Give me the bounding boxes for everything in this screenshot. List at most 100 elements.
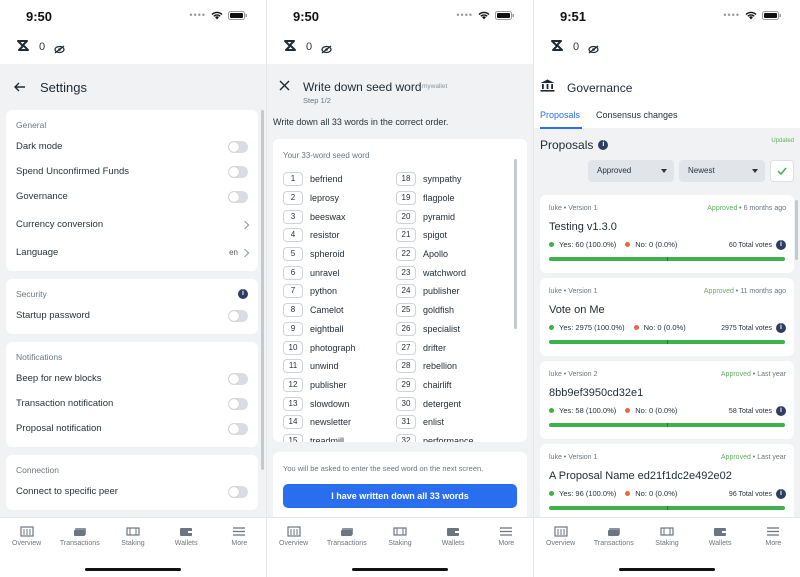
word-number: 19 bbox=[396, 191, 416, 206]
word-number: 28 bbox=[396, 359, 416, 374]
startup-password-toggle[interactable] bbox=[228, 309, 248, 322]
tab-wallets[interactable]: Wallets bbox=[695, 526, 745, 547]
word-number: 32 bbox=[396, 433, 416, 442]
governance-tabs: Proposals Consensus changes bbox=[534, 110, 800, 129]
tab-staking[interactable]: Staking bbox=[642, 526, 692, 547]
word-text: slowdown bbox=[310, 398, 350, 409]
info-icon[interactable]: i bbox=[776, 406, 786, 416]
scrollbar[interactable] bbox=[261, 110, 264, 470]
seed-word: 26 specialist bbox=[396, 320, 474, 339]
close-icon[interactable] bbox=[279, 80, 290, 91]
eye-off-icon[interactable] bbox=[321, 41, 332, 59]
setting-spend-unconfirmed[interactable]: Spend Unconfirmed Funds bbox=[16, 159, 248, 184]
tab-wallets[interactable]: Wallets bbox=[428, 526, 478, 547]
vote-summary: Yes: 2975 (100.0%) No: 0 (0.0%) bbox=[549, 323, 686, 332]
status-badge: Approved bbox=[703, 288, 734, 295]
dark-mode-toggle[interactable] bbox=[228, 140, 248, 153]
proposal-age: 6 months ago bbox=[743, 205, 786, 212]
wifi-icon bbox=[745, 11, 757, 20]
proposal-notification-toggle[interactable] bbox=[228, 422, 248, 435]
status-time: 9:50 bbox=[26, 9, 53, 24]
word-number: 13 bbox=[283, 396, 303, 411]
tab-overview[interactable]: Overview bbox=[269, 526, 319, 547]
seed-word: 4 resistor bbox=[283, 226, 356, 245]
confirm-written-button[interactable]: I have written down all 33 words bbox=[283, 484, 517, 508]
setting-startup-password[interactable]: Startup password bbox=[16, 303, 248, 328]
setting-label: Dark mode bbox=[16, 141, 63, 152]
home-indicator[interactable] bbox=[352, 568, 448, 571]
eye-off-icon[interactable] bbox=[54, 41, 65, 59]
signal-icon: •••• bbox=[456, 10, 473, 20]
sort-dropdown[interactable]: Newest bbox=[679, 160, 765, 182]
spend-unconfirmed-toggle[interactable] bbox=[228, 165, 248, 178]
signal-icon: •••• bbox=[723, 10, 740, 20]
word-text: publisher bbox=[423, 286, 460, 297]
apply-filter-button[interactable] bbox=[770, 160, 794, 182]
setting-language[interactable]: Language en bbox=[16, 240, 250, 265]
info-icon[interactable]: i bbox=[776, 323, 786, 333]
proposal-name: 8bb9ef3950cd32e1 bbox=[549, 387, 644, 399]
setting-governance[interactable]: Governance bbox=[16, 184, 248, 209]
word-text: sympathy bbox=[423, 174, 462, 185]
yes-dot-icon bbox=[549, 408, 554, 413]
total-votes: 2975 Total votes i bbox=[721, 323, 786, 333]
word-text: unwind bbox=[310, 361, 339, 372]
proposal-card[interactable]: luke • Version 2 Approved • Last year 8b… bbox=[540, 361, 794, 439]
proposal-card[interactable]: luke • Version 1 Approved • 11 months ag… bbox=[540, 278, 794, 356]
back-arrow-icon[interactable] bbox=[12, 79, 28, 95]
overview-icon bbox=[553, 526, 568, 537]
beep-toggle[interactable] bbox=[228, 372, 248, 385]
tab-label: Staking bbox=[121, 540, 145, 547]
word-column-left: 1 befriend 2 leprosy 3 beeswax 4 resistor 5s… bbox=[283, 170, 356, 442]
info-icon[interactable]: i bbox=[238, 289, 248, 299]
scrollbar[interactable] bbox=[795, 200, 798, 260]
proposal-author: luke bbox=[549, 454, 562, 461]
eye-off-icon[interactable] bbox=[588, 41, 599, 59]
info-icon[interactable]: i bbox=[598, 140, 609, 150]
governance-toggle[interactable] bbox=[228, 190, 248, 203]
home-indicator[interactable] bbox=[619, 568, 715, 571]
setting-dark-mode[interactable]: Dark mode bbox=[16, 134, 248, 159]
seed-word: 2 leprosy bbox=[283, 189, 356, 208]
threshold-marker bbox=[667, 423, 668, 427]
tab-transactions[interactable]: Transactions bbox=[322, 526, 372, 547]
tab-more[interactable]: More bbox=[481, 526, 531, 547]
tab-transactions[interactable]: Transactions bbox=[589, 526, 639, 547]
word-column-right: 18 sympathy 19 flagpole 20 pyramid 21 spigot… bbox=[396, 170, 474, 442]
setting-connect-peer[interactable]: Connect to specific peer bbox=[16, 479, 248, 504]
updated-label: Updated bbox=[771, 138, 794, 144]
staking-icon bbox=[393, 527, 407, 536]
tab-more[interactable]: More bbox=[214, 526, 264, 547]
tab-transactions[interactable]: Transactions bbox=[55, 526, 105, 547]
tab-overview[interactable]: Overview bbox=[2, 526, 52, 547]
setting-currency-conversion[interactable]: Currency conversion bbox=[16, 209, 250, 240]
home-indicator[interactable] bbox=[85, 568, 181, 571]
setting-label: Governance bbox=[16, 191, 68, 202]
chevron-right-icon bbox=[240, 248, 250, 257]
scrollbar[interactable] bbox=[514, 159, 517, 329]
tab-proposals[interactable]: Proposals bbox=[540, 110, 580, 120]
tab-staking[interactable]: Staking bbox=[375, 526, 425, 547]
sort-value: Newest bbox=[688, 166, 715, 175]
setting-proposal-notification[interactable]: Proposal notification bbox=[16, 416, 248, 441]
proposal-card[interactable]: luke • Version 1 Approved • Last year A … bbox=[540, 444, 794, 517]
connect-peer-toggle[interactable] bbox=[228, 485, 248, 498]
tab-wallets[interactable]: Wallets bbox=[161, 526, 211, 547]
transaction-notification-toggle[interactable] bbox=[228, 397, 248, 410]
word-text: newsletter bbox=[310, 417, 352, 428]
proposal-card[interactable]: luke • Version 1 Approved • 6 months ago… bbox=[540, 195, 794, 273]
info-icon[interactable]: i bbox=[776, 240, 786, 250]
info-icon[interactable]: i bbox=[776, 489, 786, 499]
status-filter-dropdown[interactable]: Approved bbox=[588, 160, 674, 182]
signal-icon: •••• bbox=[189, 10, 206, 20]
wifi-icon bbox=[478, 11, 490, 20]
setting-beep-new-blocks[interactable]: Beep for new blocks bbox=[16, 366, 248, 391]
tab-consensus-changes[interactable]: Consensus changes bbox=[596, 110, 678, 120]
language-value: en bbox=[229, 248, 238, 257]
total-votes-label: 96 Total votes bbox=[728, 490, 772, 498]
tab-more[interactable]: More bbox=[748, 526, 798, 547]
tab-staking[interactable]: Staking bbox=[108, 526, 158, 547]
setting-transaction-notification[interactable]: Transaction notification bbox=[16, 391, 248, 416]
tab-overview[interactable]: Overview bbox=[536, 526, 586, 547]
word-number: 1 bbox=[283, 172, 303, 187]
